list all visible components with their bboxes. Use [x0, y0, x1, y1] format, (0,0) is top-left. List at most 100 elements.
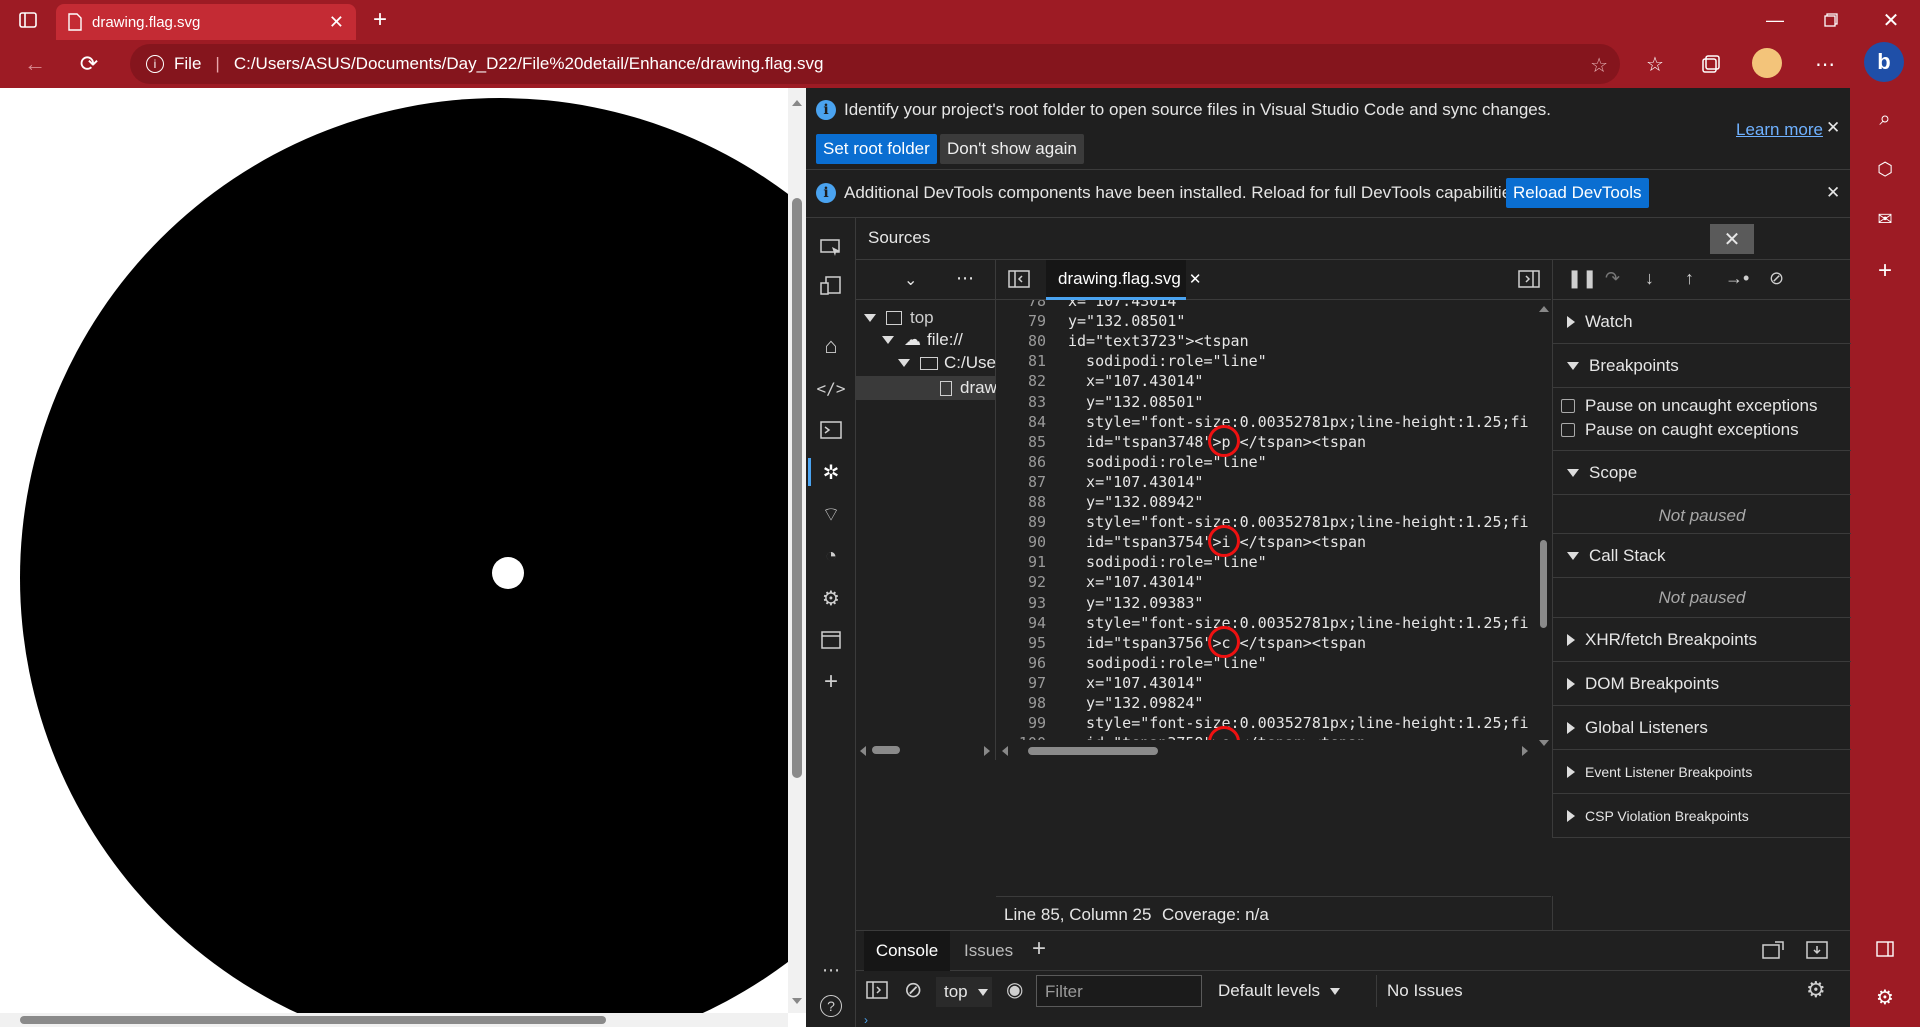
elements-icon[interactable]: </>	[815, 372, 847, 404]
close-window-button[interactable]: ✕	[1876, 6, 1906, 34]
network-wifi-icon[interactable]: ⌔	[815, 498, 847, 530]
hide-sidebar-icon[interactable]	[1870, 934, 1900, 964]
dont-show-again-button[interactable]: Don't show again	[940, 134, 1084, 164]
global-listeners-pane[interactable]: Global Listeners	[1553, 706, 1851, 750]
tab-actions-icon[interactable]	[14, 6, 42, 34]
console-icon[interactable]	[815, 414, 847, 446]
back-icon[interactable]: ←	[20, 50, 50, 78]
pause-caught-row[interactable]: Pause on caught exceptions	[1561, 420, 1799, 440]
shopping-icon[interactable]: ⬡	[1870, 154, 1900, 184]
dom-breakpoints-pane[interactable]: DOM Breakpoints	[1553, 662, 1851, 706]
line-number[interactable]: 84	[996, 413, 1046, 431]
line-number[interactable]: 100	[996, 734, 1046, 740]
line-number[interactable]: 81	[996, 352, 1046, 370]
line-number[interactable]: 88	[996, 493, 1046, 511]
tree-item-file[interactable]: ☁ file://	[882, 330, 963, 350]
line-number[interactable]: 86	[996, 453, 1046, 471]
page-vertical-scrollbar[interactable]	[788, 88, 806, 1013]
address-bar[interactable]: i File | C:/Users/ASUS/Documents/Day_D22…	[130, 44, 1620, 84]
address-url[interactable]: C:/Users/ASUS/Documents/Day_D22/File%20d…	[234, 54, 824, 74]
step-out-icon[interactable]: ↑	[1685, 268, 1694, 289]
line-number[interactable]: 80	[996, 332, 1046, 350]
step-into-icon[interactable]: ↓	[1645, 268, 1654, 289]
refresh-icon[interactable]: ⟳	[74, 50, 104, 78]
welcome-home-icon[interactable]: ⌂	[815, 330, 847, 362]
inspect-icon[interactable]	[815, 232, 847, 264]
copilot-icon[interactable]: b	[1864, 42, 1904, 82]
more-menu-icon[interactable]: ⋯	[1810, 50, 1840, 78]
pause-uncaught-row[interactable]: Pause on uncaught exceptions	[1561, 396, 1818, 416]
settings-gear-icon[interactable]: ⚙	[1870, 982, 1900, 1012]
event-listener-breakpoints-row[interactable]: Event Listener Breakpoints	[1552, 750, 1850, 794]
chevron-down-icon[interactable]: ⌄	[904, 270, 917, 290]
close-banner-icon[interactable]: ✕	[1826, 183, 1840, 203]
line-number[interactable]: 92	[996, 573, 1046, 591]
dock-icon[interactable]	[1762, 941, 1784, 959]
context-selector[interactable]: top	[936, 977, 992, 1007]
editor-vertical-scrollbar[interactable]	[1536, 300, 1551, 750]
tab-console[interactable]: Console	[864, 931, 950, 971]
help-icon[interactable]: ?	[815, 990, 847, 1022]
editor-file-tab[interactable]: drawing.flag.svg ✕	[1046, 260, 1201, 300]
outlook-icon[interactable]: ✉	[1870, 204, 1900, 234]
tree-item-top[interactable]: top	[864, 308, 934, 328]
line-number[interactable]: 96	[996, 654, 1046, 672]
console-sidebar-toggle-icon[interactable]	[866, 981, 888, 999]
add-tab-plus-icon[interactable]: +	[1032, 935, 1046, 963]
line-number[interactable]: 90	[996, 533, 1046, 551]
scope-pane[interactable]: Scope	[1553, 451, 1851, 495]
pause-caught-checkbox[interactable]	[1561, 423, 1575, 437]
line-number[interactable]: 94	[996, 614, 1046, 632]
pause-uncaught-checkbox[interactable]	[1561, 399, 1575, 413]
favorite-add-icon[interactable]: ☆	[1590, 53, 1608, 78]
issues-counter[interactable]: No Issues	[1376, 975, 1473, 1007]
editor-scroll-thumb[interactable]	[1540, 540, 1547, 628]
memory-chip-icon[interactable]: ⚙	[815, 582, 847, 614]
log-levels-dropdown[interactable]: Default levels	[1218, 981, 1341, 1001]
toggle-navigator-icon[interactable]	[1008, 270, 1030, 288]
close-file-tab-icon[interactable]: ✕	[1189, 270, 1202, 288]
learn-more-link[interactable]: Learn more	[1736, 120, 1823, 140]
minimize-button[interactable]: —	[1760, 6, 1790, 34]
more-tools-plus-icon[interactable]: +	[815, 666, 847, 698]
search-icon[interactable]: ⌕	[1870, 104, 1900, 134]
step-icon[interactable]: →•	[1725, 268, 1749, 289]
toggle-debugger-icon[interactable]	[1518, 270, 1540, 288]
performance-gauge-icon[interactable]: ◔	[815, 540, 847, 572]
new-tab-button[interactable]: +	[366, 6, 394, 34]
more-options-icon[interactable]: ⋯	[815, 954, 847, 986]
line-number[interactable]: 89	[996, 513, 1046, 531]
pause-icon[interactable]: ❚❚	[1567, 268, 1597, 289]
line-number[interactable]: 87	[996, 473, 1046, 491]
line-number[interactable]: 98	[996, 694, 1046, 712]
console-settings-gear-icon[interactable]: ⚙	[1806, 977, 1826, 1003]
tab-issues[interactable]: Issues	[964, 931, 1013, 971]
undock-icon[interactable]	[1806, 941, 1828, 959]
more-options-icon[interactable]: ⋯	[956, 268, 974, 289]
collections-icon[interactable]	[1696, 50, 1726, 78]
page-vertical-scroll-thumb[interactable]	[792, 198, 802, 778]
navigator-hscroll[interactable]	[860, 744, 992, 756]
info-icon[interactable]: i	[146, 55, 164, 73]
line-number[interactable]: 95	[996, 634, 1046, 652]
deactivate-breakpoints-icon[interactable]: ⊘	[1769, 268, 1784, 289]
line-number[interactable]: 79	[996, 312, 1046, 330]
editor-horizontal-scrollbar[interactable]	[996, 744, 1536, 758]
tree-item-folder[interactable]: C:/Use	[898, 353, 996, 373]
line-number[interactable]: 78	[996, 300, 1046, 310]
restore-button[interactable]	[1816, 6, 1846, 34]
tree-item-selected-file[interactable]: draw	[856, 376, 996, 400]
sources-bug-icon[interactable]: ✲	[815, 456, 847, 488]
close-banner-icon[interactable]: ✕	[1826, 118, 1840, 138]
set-root-folder-button[interactable]: Set root folder	[816, 134, 937, 164]
line-number[interactable]: 91	[996, 553, 1046, 571]
line-number[interactable]: 83	[996, 393, 1046, 411]
page-horizontal-scrollbar[interactable]	[0, 1013, 788, 1027]
reload-devtools-button[interactable]: Reload DevTools	[1506, 178, 1649, 208]
console-filter-input[interactable]: Filter	[1036, 975, 1202, 1007]
line-number[interactable]: 93	[996, 594, 1046, 612]
line-number[interactable]: 99	[996, 714, 1046, 732]
csp-breakpoints-row[interactable]: CSP Violation Breakpoints	[1552, 794, 1850, 838]
favorites-icon[interactable]: ☆	[1640, 50, 1670, 78]
breakpoints-pane[interactable]: Breakpoints	[1553, 344, 1851, 388]
